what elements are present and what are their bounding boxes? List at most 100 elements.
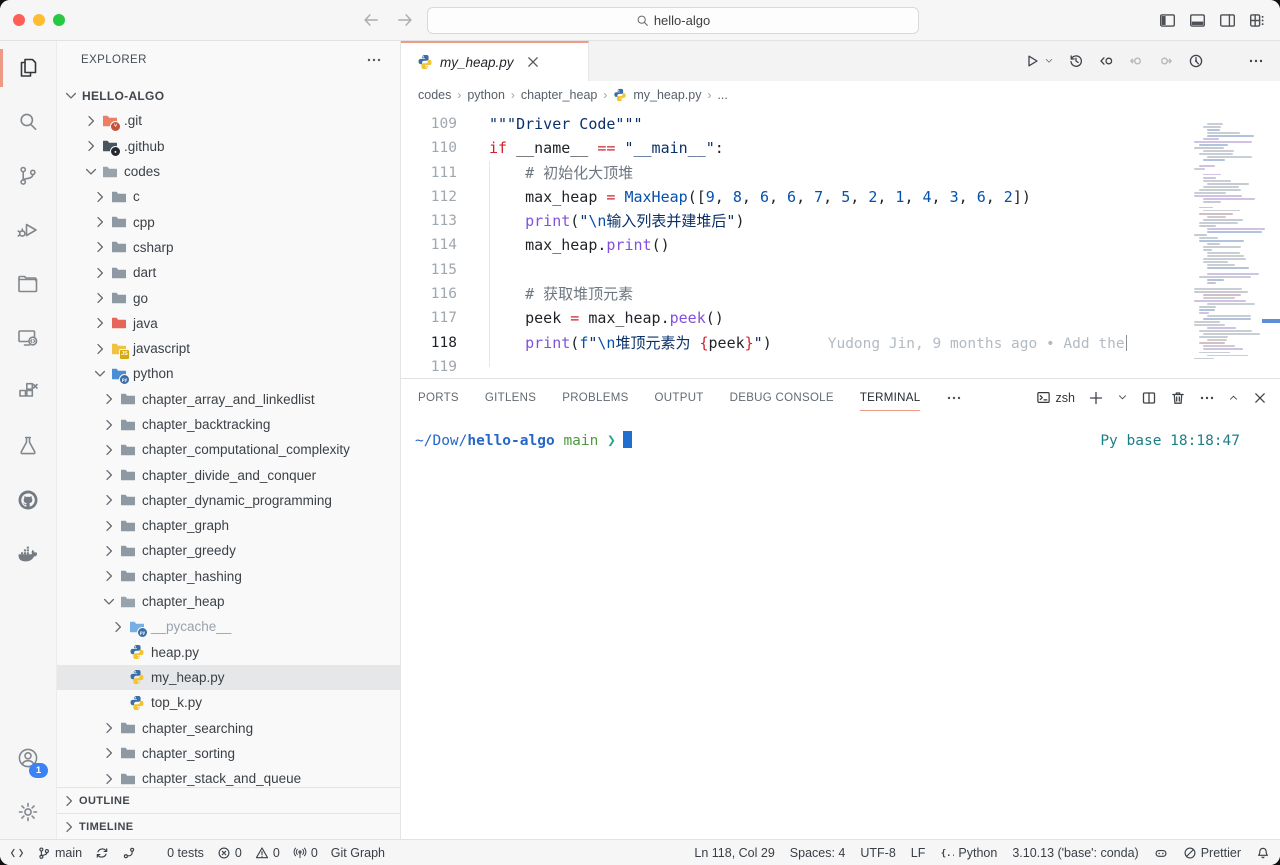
tree-item[interactable]: ●.github xyxy=(57,134,400,159)
customize-layout-icon[interactable] xyxy=(1249,12,1266,29)
command-center-search[interactable]: hello-algo xyxy=(427,7,919,34)
status-item-0[interactable]: 0 xyxy=(293,846,318,860)
activity-item-extensions[interactable] xyxy=(0,365,56,419)
breadcrumb-item[interactable]: ... xyxy=(717,88,727,102)
layout-sidebar-right-icon[interactable] xyxy=(1219,12,1236,29)
status-item-spaces-4[interactable]: Spaces: 4 xyxy=(790,846,846,860)
file-history-icon[interactable] xyxy=(1068,53,1084,69)
tree-item[interactable]: chapter_graph xyxy=(57,513,400,538)
status-item-prettier[interactable]: Prettier xyxy=(1183,846,1241,860)
tree-item[interactable]: chapter_sorting xyxy=(57,741,400,766)
tree-item[interactable]: top_k.py xyxy=(57,690,400,715)
terminal-dropdown-icon[interactable] xyxy=(1117,392,1128,403)
breadcrumb-item[interactable]: chapter_heap xyxy=(521,88,597,102)
breadcrumb-item[interactable]: my_heap.py xyxy=(613,88,701,102)
minimize-window-button[interactable] xyxy=(33,14,45,26)
tree-item[interactable]: c xyxy=(57,184,400,209)
tree-item[interactable]: my_heap.py xyxy=(57,665,400,690)
activity-item-project-folder[interactable] xyxy=(0,257,56,311)
tree-item[interactable]: chapter_divide_and_conquer xyxy=(57,462,400,487)
activity-item-explorer[interactable] xyxy=(0,41,56,95)
tree-item[interactable]: chapter_array_and_linkedlist xyxy=(57,387,400,412)
status-item-0[interactable]: 0 xyxy=(255,846,280,860)
tree-item[interactable]: chapter_hashing xyxy=(57,564,400,589)
tree-item[interactable]: ⑂.git xyxy=(57,108,400,133)
layout-sidebar-left-icon[interactable] xyxy=(1159,12,1176,29)
more-actions-icon[interactable] xyxy=(1248,53,1264,69)
status-item-lf[interactable]: LF xyxy=(911,846,926,860)
maximize-panel-icon[interactable] xyxy=(1228,392,1239,403)
status-item-0[interactable]: 0 xyxy=(217,846,242,860)
tree-item[interactable]: chapter_stack_and_queue xyxy=(57,766,400,787)
status-item-ln-118-col-29[interactable]: Ln 118, Col 29 xyxy=(694,846,774,860)
tab-my-heap[interactable]: my_heap.py xyxy=(401,41,589,81)
layout-panel-icon[interactable] xyxy=(1189,12,1206,29)
minimap[interactable] xyxy=(1194,123,1266,363)
activity-item-search[interactable] xyxy=(0,95,56,149)
tree-item[interactable]: chapter_computational_complexity xyxy=(57,437,400,462)
split-editor-icon[interactable] xyxy=(1218,53,1234,69)
panel-more-actions-icon[interactable] xyxy=(1199,390,1215,406)
kill-terminal-icon[interactable] xyxy=(1170,390,1186,406)
status-item-0-tests[interactable]: 0 tests xyxy=(149,846,204,860)
timeline-section[interactable]: TIMELINE xyxy=(57,813,400,839)
close-window-button[interactable] xyxy=(13,14,25,26)
activity-item-github[interactable] xyxy=(0,473,56,527)
status-item-3-10-13-base-conda[interactable]: 3.10.13 ('base': conda) xyxy=(1012,846,1138,860)
explorer-more-actions-icon[interactable] xyxy=(366,52,382,68)
commit-graph-icon[interactable] xyxy=(1188,53,1204,69)
breadcrumb-item[interactable]: codes xyxy=(418,88,451,102)
panel-tab-output[interactable]: OUTPUT xyxy=(655,379,704,416)
activity-item-run-debug[interactable] xyxy=(0,203,56,257)
tree-item[interactable]: chapter_greedy xyxy=(57,538,400,563)
navigate-back-icon[interactable] xyxy=(362,11,380,29)
tree-item[interactable]: py__pycache__ xyxy=(57,614,400,639)
status-item[interactable] xyxy=(1154,846,1168,860)
activity-item-source-control[interactable] xyxy=(0,149,56,203)
gitlens-prev-icon[interactable] xyxy=(1128,53,1144,69)
outline-section[interactable]: OUTLINE xyxy=(57,787,400,813)
navigate-forward-icon[interactable] xyxy=(396,11,414,29)
status-item[interactable] xyxy=(1256,846,1270,860)
status-item-python[interactable]: {..}Python xyxy=(940,846,997,860)
code-editor[interactable]: 109"""Driver Code"""110if __name__ == "_… xyxy=(401,109,1280,378)
tree-item[interactable]: cpp xyxy=(57,209,400,234)
panel-tab-ports[interactable]: PORTS xyxy=(418,379,459,416)
tree-item[interactable]: HELLO-ALGO xyxy=(57,83,400,108)
tree-item[interactable]: pypython xyxy=(57,361,400,386)
panel-more-tabs-icon[interactable] xyxy=(946,390,962,406)
tree-item[interactable]: java xyxy=(57,311,400,336)
activity-item-remote-explorer[interactable] xyxy=(0,311,56,365)
tree-item[interactable]: csharp xyxy=(57,235,400,260)
run-icon[interactable] xyxy=(1024,53,1040,69)
status-item-utf-8[interactable]: UTF-8 xyxy=(860,846,895,860)
tree-item[interactable]: chapter_searching xyxy=(57,715,400,740)
tree-item[interactable]: chapter_dynamic_programming xyxy=(57,488,400,513)
terminal-shell-selector[interactable]: zsh xyxy=(1036,390,1075,405)
panel-tab-terminal[interactable]: TERMINAL xyxy=(860,379,921,416)
panel-tab-gitlens[interactable]: GITLENS xyxy=(485,379,536,416)
status-item[interactable] xyxy=(122,846,136,860)
activity-item-settings[interactable] xyxy=(0,785,56,839)
status-item-git-graph[interactable]: Git Graph xyxy=(331,846,385,860)
run-dropdown-icon[interactable] xyxy=(1044,56,1054,66)
gitlens-back-icon[interactable] xyxy=(1098,53,1114,69)
panel-tab-problems[interactable]: PROBLEMS xyxy=(562,379,628,416)
status-item[interactable] xyxy=(10,846,24,860)
activity-item-testing[interactable] xyxy=(0,419,56,473)
tree-item[interactable]: JSjavascript xyxy=(57,336,400,361)
status-item-main[interactable]: main xyxy=(37,846,82,860)
panel-tab-debug-console[interactable]: DEBUG CONSOLE xyxy=(730,379,834,416)
terminal[interactable]: ~/Dow/hello-algo main ❯ Py base 18:18:47 xyxy=(401,416,1280,839)
tree-item[interactable]: dart xyxy=(57,260,400,285)
zoom-window-button[interactable] xyxy=(53,14,65,26)
gitlens-next-icon[interactable] xyxy=(1158,53,1174,69)
tree-item[interactable]: go xyxy=(57,285,400,310)
split-terminal-icon[interactable] xyxy=(1141,390,1157,406)
activity-item-account[interactable]: 1 xyxy=(0,731,56,785)
tree-item[interactable]: heap.py xyxy=(57,640,400,665)
close-tab-icon[interactable] xyxy=(525,54,541,70)
new-terminal-icon[interactable] xyxy=(1088,390,1104,406)
activity-item-docker[interactable] xyxy=(0,527,56,581)
tree-item[interactable]: chapter_heap xyxy=(57,589,400,614)
